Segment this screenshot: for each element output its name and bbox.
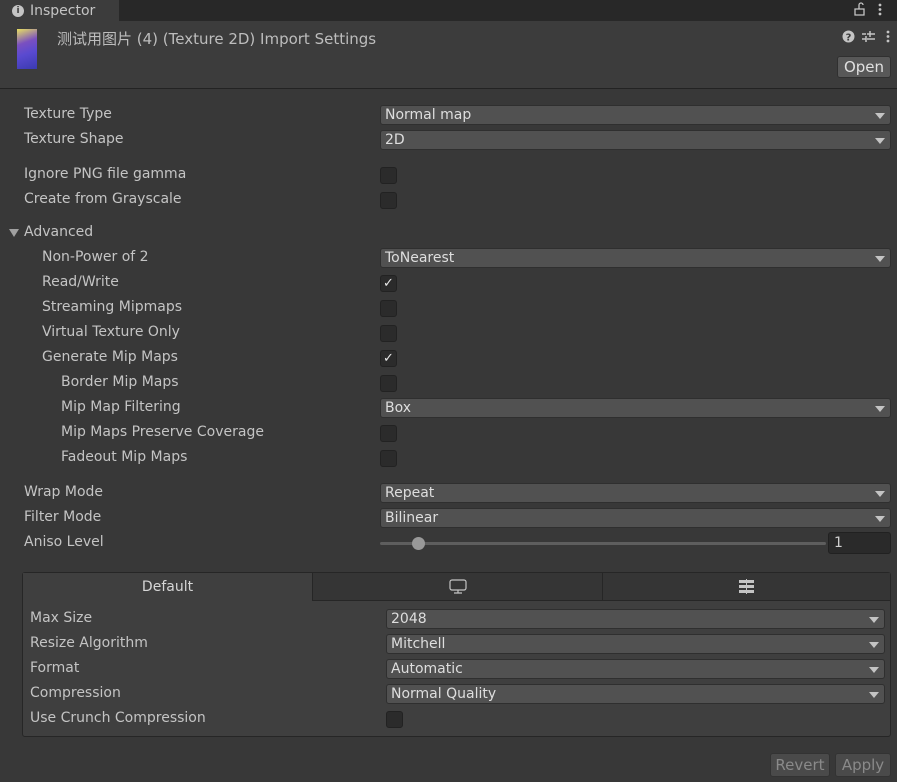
texture-shape-value: 2D <box>385 132 405 148</box>
chevron-down-icon <box>869 642 879 648</box>
texture-type-dropdown[interactable]: Normal map <box>380 105 891 125</box>
create-from-grayscale-checkbox[interactable] <box>380 192 397 209</box>
aniso-level-label: Aniso Level <box>24 534 104 550</box>
format-label: Format <box>30 660 80 676</box>
resize-algorithm-label: Resize Algorithm <box>30 635 148 651</box>
tab-default-label: Default <box>141 579 194 595</box>
aniso-level-input[interactable]: 1 <box>828 532 891 554</box>
chevron-down-icon <box>875 516 885 522</box>
open-button[interactable]: Open <box>837 56 891 78</box>
wrap-mode-dropdown[interactable]: Repeat <box>380 483 891 503</box>
presets-icon[interactable] <box>862 30 875 43</box>
check-icon: ✓ <box>383 351 394 366</box>
use-crunch-checkbox[interactable] <box>386 711 403 728</box>
compression-label: Compression <box>30 685 121 701</box>
fadeout-mip-maps-checkbox[interactable] <box>380 450 397 467</box>
chevron-down-icon <box>875 138 885 144</box>
help-icon[interactable]: ? <box>842 30 855 43</box>
texture-thumbnail <box>17 29 37 69</box>
create-from-grayscale-label: Create from Grayscale <box>24 191 182 207</box>
svg-text:?: ? <box>846 33 852 44</box>
virtual-texture-only-checkbox[interactable] <box>380 325 397 342</box>
texture-shape-label: Texture Shape <box>24 131 124 147</box>
mip-map-filtering-label: Mip Map Filtering <box>61 399 181 415</box>
filter-mode-dropdown[interactable]: Bilinear <box>380 508 891 528</box>
compression-value: Normal Quality <box>391 686 497 702</box>
tab-server[interactable] <box>603 573 890 601</box>
streaming-mipmaps-label: Streaming Mipmaps <box>42 299 183 315</box>
read-write-label: Read/Write <box>42 274 119 290</box>
info-icon: i <box>12 4 24 17</box>
read-write-checkbox[interactable]: ✓ <box>380 275 397 292</box>
chevron-down-icon <box>875 113 885 119</box>
max-size-label: Max Size <box>30 610 93 626</box>
foldout-arrow-icon[interactable] <box>9 229 19 237</box>
filter-mode-label: Filter Mode <box>24 509 102 525</box>
mip-map-filtering-value: Box <box>385 400 412 416</box>
generate-mip-maps-checkbox[interactable]: ✓ <box>380 350 397 367</box>
chevron-down-icon <box>875 256 885 262</box>
chevron-down-icon <box>875 406 885 412</box>
filter-mode-value: Bilinear <box>385 510 439 526</box>
streaming-mipmaps-checkbox[interactable] <box>380 300 397 317</box>
format-dropdown[interactable]: Automatic <box>386 659 885 679</box>
monitor-icon <box>448 579 467 594</box>
aniso-level-slider-track[interactable] <box>380 542 826 545</box>
tab-label: Inspector <box>30 2 96 19</box>
mip-maps-preserve-coverage-checkbox[interactable] <box>380 425 397 442</box>
texture-shape-dropdown[interactable]: 2D <box>380 130 891 150</box>
wrap-mode-label: Wrap Mode <box>24 484 104 500</box>
revert-button[interactable]: Revert <box>770 753 830 777</box>
texture-type-value: Normal map <box>385 107 472 123</box>
non-power-of-2-dropdown[interactable]: ToNearest <box>380 248 891 268</box>
border-mip-maps-label: Border Mip Maps <box>61 374 179 390</box>
chevron-down-icon <box>875 491 885 497</box>
wrap-mode-value: Repeat <box>385 485 435 501</box>
page-title: 测试用图片 (4) (Texture 2D) Import Settings <box>57 30 377 48</box>
tab-default[interactable]: Default <box>23 573 313 601</box>
texture-type-label: Texture Type <box>24 106 112 122</box>
chevron-down-icon <box>869 692 879 698</box>
mip-map-filtering-dropdown[interactable]: Box <box>380 398 891 418</box>
ignore-png-gamma-checkbox[interactable] <box>380 167 397 184</box>
tab-bar <box>0 0 897 21</box>
non-power-of-2-value: ToNearest <box>385 250 455 266</box>
aniso-level-slider-thumb[interactable] <box>412 537 426 550</box>
border-mip-maps-checkbox[interactable] <box>380 375 397 392</box>
fadeout-mip-maps-label: Fadeout Mip Maps <box>61 449 188 465</box>
apply-button[interactable]: Apply <box>835 753 891 777</box>
header-menu-icon[interactable] <box>885 29 891 44</box>
compression-dropdown[interactable]: Normal Quality <box>386 684 885 704</box>
tab-inspector[interactable]: i Inspector <box>0 0 119 21</box>
non-power-of-2-label: Non-Power of 2 <box>42 249 149 265</box>
chevron-down-icon <box>869 667 879 673</box>
max-size-dropdown[interactable]: 2048 <box>386 609 885 629</box>
tab-standalone[interactable] <box>313 573 603 601</box>
generate-mip-maps-label: Generate Mip Maps <box>42 349 178 365</box>
server-icon <box>739 579 754 594</box>
menu-icon[interactable] <box>877 2 883 17</box>
max-size-value: 2048 <box>391 611 427 627</box>
resize-algorithm-value: Mitchell <box>391 636 446 652</box>
lock-icon[interactable] <box>853 2 865 16</box>
resize-algorithm-dropdown[interactable]: Mitchell <box>386 634 885 654</box>
format-value: Automatic <box>391 661 463 677</box>
use-crunch-label: Use Crunch Compression <box>30 710 206 726</box>
chevron-down-icon <box>869 617 879 623</box>
ignore-png-gamma-label: Ignore PNG file gamma <box>24 166 187 182</box>
virtual-texture-only-label: Virtual Texture Only <box>42 324 180 340</box>
mip-maps-preserve-coverage-label: Mip Maps Preserve Coverage <box>61 424 264 440</box>
advanced-foldout[interactable]: Advanced <box>24 224 93 240</box>
check-icon: ✓ <box>383 276 394 291</box>
